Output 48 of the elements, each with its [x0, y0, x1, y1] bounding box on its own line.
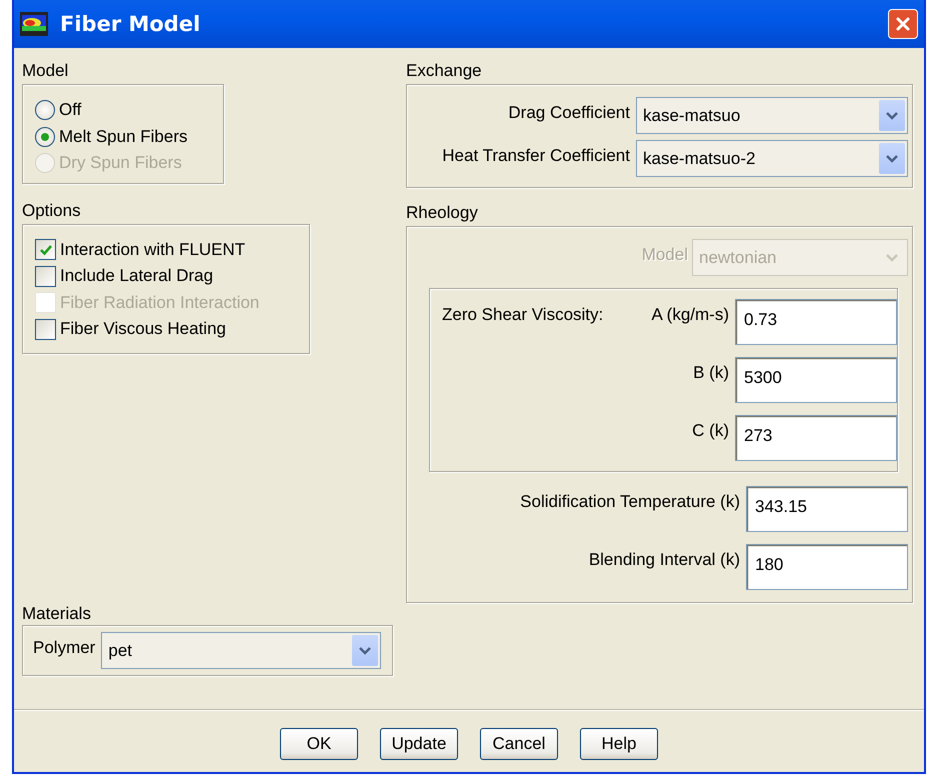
field-label: B (k)	[692, 362, 729, 383]
checkbox-label: Fiber Viscous Heating	[60, 319, 226, 340]
group-label: Materials	[22, 604, 91, 623]
chevron-down-icon	[885, 154, 899, 164]
checkbox[interactable]	[35, 318, 56, 340]
checkbox-label: Include Lateral Drag	[60, 266, 214, 286]
app-icon	[20, 12, 48, 36]
group-label: Rheology	[406, 202, 478, 224]
field-label: Model	[642, 244, 688, 265]
dropdown[interactable]: kase-matsuo-2	[636, 140, 908, 177]
checkbox[interactable]	[35, 239, 56, 260]
section-label: Zero Shear Viscosity:	[442, 304, 604, 326]
radio-label: Melt Spun Fibers	[59, 126, 188, 147]
field-label: Solidification Temperature (k)	[519, 491, 740, 512]
field-label: Drag Coefficient	[507, 102, 630, 123]
checkbox[interactable]	[35, 266, 56, 287]
chevron-down-icon	[885, 110, 899, 120]
field-label: A (kg/m-s)	[652, 304, 729, 325]
radio-label: Off	[59, 100, 82, 120]
input-field[interactable]: 5300	[735, 357, 897, 403]
window-title: Fiber Model	[60, 12, 202, 36]
field-label: Heat Transfer Coefficient	[441, 145, 630, 166]
dialog-button[interactable]: Cancel	[480, 728, 558, 760]
input-field[interactable]: 343.15	[746, 486, 908, 532]
chevron-down-icon	[358, 646, 372, 656]
dialog-button[interactable]: Help	[580, 728, 658, 760]
dialog-button[interactable]: Update	[380, 728, 458, 760]
close-icon	[895, 16, 911, 32]
input-field[interactable]: 180	[746, 544, 908, 590]
field-label: Blending Interval (k)	[588, 549, 740, 570]
radio-button[interactable]	[35, 126, 55, 147]
radio-label: Dry Spun Fibers	[59, 153, 182, 174]
group-label: Model	[22, 60, 68, 82]
group-label: Exchange	[406, 60, 482, 82]
close-button[interactable]	[888, 9, 918, 39]
radio-button[interactable]	[35, 100, 55, 120]
dialog-button[interactable]: OK	[280, 728, 358, 760]
checkbox-label: Interaction with FLUENT	[60, 240, 246, 260]
input-field[interactable]: 0.73	[735, 299, 897, 345]
checkmark-icon	[38, 242, 52, 257]
dropdown[interactable]: pet	[101, 632, 382, 669]
input-field[interactable]: 273	[735, 415, 897, 461]
checkbox-label: Fiber Radiation Interaction	[60, 292, 260, 313]
group-label: Options	[22, 200, 81, 222]
field-label: Polymer	[33, 637, 96, 658]
chevron-down-icon	[885, 252, 899, 262]
dropdown[interactable]: kase-matsuo	[636, 97, 908, 134]
field-label: C (k)	[691, 420, 729, 441]
